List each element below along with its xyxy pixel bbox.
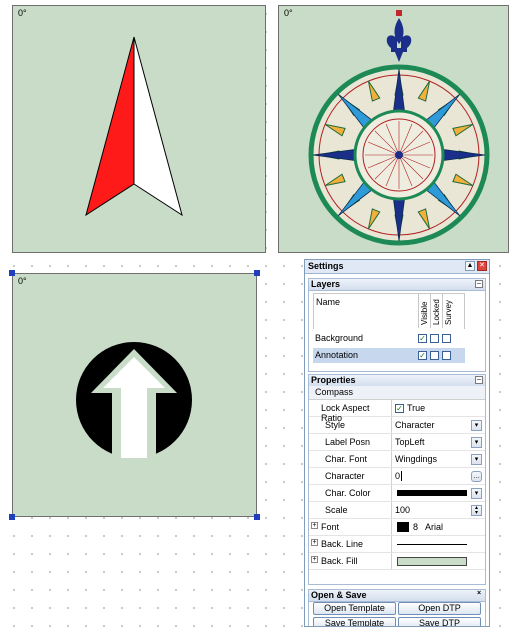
- prop-character[interactable]: Character 0 …: [309, 468, 485, 485]
- column-locked: Locked: [430, 294, 442, 328]
- prop-char-font[interactable]: Char. Font Wingdings ▾: [309, 451, 485, 468]
- column-survey: Survey: [442, 294, 454, 328]
- layer-row-background[interactable]: Background ✓: [313, 331, 465, 346]
- settings-window: Settings ▲ ✕ Layers – Name Visible Locke…: [304, 259, 490, 627]
- layers-table-header: Name Visible Locked Survey: [313, 293, 465, 329]
- layers-section: Layers – Name Visible Locked Survey Back…: [308, 278, 486, 372]
- chevron-down-icon[interactable]: ▾: [471, 420, 482, 431]
- collapse-icon[interactable]: ▲: [465, 261, 475, 271]
- selection-handle[interactable]: [9, 514, 15, 520]
- expand-icon[interactable]: +: [311, 539, 318, 546]
- visible-checkbox[interactable]: ✓: [418, 351, 427, 360]
- prop-style[interactable]: Style Character ▾: [309, 417, 485, 434]
- locked-checkbox[interactable]: [430, 351, 439, 360]
- save-dtp-button[interactable]: Save DTP: [398, 617, 481, 626]
- arrow-compass-icon: [85, 36, 183, 217]
- selection-handle[interactable]: [9, 270, 15, 276]
- color-swatch: [397, 490, 467, 496]
- visible-checkbox[interactable]: ✓: [418, 334, 427, 343]
- settings-titlebar[interactable]: Settings ▲ ✕: [305, 260, 489, 274]
- line-preview: [397, 544, 467, 545]
- prop-font[interactable]: + Font 8 Arial: [309, 519, 485, 536]
- chevron-down-icon[interactable]: ▾: [471, 454, 482, 465]
- locked-checkbox[interactable]: [430, 334, 439, 343]
- open-save-header[interactable]: Open & Save ×: [309, 590, 485, 602]
- layers-header[interactable]: Layers –: [309, 279, 485, 291]
- prop-lock-aspect-ratio[interactable]: Lock Aspect Ratio ✓ True: [309, 400, 485, 423]
- layer-row-annotation[interactable]: Annotation ✓: [313, 348, 465, 363]
- chevron-down-icon[interactable]: ▾: [471, 437, 482, 448]
- survey-checkbox[interactable]: [442, 351, 451, 360]
- selection-handle[interactable]: [254, 270, 260, 276]
- column-visible: Visible: [418, 294, 430, 328]
- prop-back-fill[interactable]: + Back. Fill: [309, 553, 485, 570]
- compass-preview-arrow[interactable]: 0°: [12, 5, 266, 253]
- layer-name: Annotation: [315, 350, 359, 360]
- compass-rose-icon: [308, 10, 490, 246]
- open-dtp-button[interactable]: Open DTP: [398, 602, 481, 615]
- open-save-section: Open & Save × Open Template Open DTP Sav…: [308, 589, 486, 626]
- ellipsis-icon[interactable]: …: [471, 471, 482, 482]
- prop-scale[interactable]: Scale 100 ▴ ▾: [309, 502, 485, 519]
- selection-handle[interactable]: [254, 514, 260, 520]
- prop-char-color[interactable]: Char. Color ▾: [309, 485, 485, 502]
- close-icon[interactable]: ✕: [477, 261, 487, 271]
- prop-label-posn[interactable]: Label Posn TopLeft ▾: [309, 434, 485, 451]
- minimize-icon[interactable]: –: [475, 376, 483, 384]
- fill-swatch: [397, 557, 467, 566]
- chevron-down-icon[interactable]: ▾: [471, 488, 482, 499]
- close-icon[interactable]: ×: [475, 590, 483, 599]
- prop-back-line[interactable]: + Back. Line: [309, 536, 485, 553]
- character-input[interactable]: 0: [395, 471, 403, 481]
- settings-title: Settings: [308, 261, 344, 271]
- open-template-button[interactable]: Open Template: [313, 602, 396, 615]
- property-object-label: Compass: [309, 386, 485, 400]
- expand-icon[interactable]: +: [311, 522, 318, 529]
- compass-preview-character[interactable]: 0°: [12, 273, 257, 517]
- circle-arrow-up-icon: [76, 342, 192, 458]
- survey-checkbox[interactable]: [442, 334, 451, 343]
- minimize-icon[interactable]: –: [475, 280, 483, 288]
- save-template-button[interactable]: Save Template: [313, 617, 396, 626]
- properties-section: Properties – Compass Lock Aspect Ratio ✓…: [308, 374, 486, 585]
- column-name: Name: [316, 297, 341, 307]
- lock-aspect-checkbox[interactable]: ✓: [395, 404, 404, 413]
- compass-preview-rose[interactable]: 0°: [278, 5, 509, 253]
- spinner-icon[interactable]: ▴ ▾: [471, 505, 482, 516]
- expand-icon[interactable]: +: [311, 556, 318, 563]
- font-color-swatch: [397, 522, 409, 532]
- layer-name: Background: [315, 333, 364, 343]
